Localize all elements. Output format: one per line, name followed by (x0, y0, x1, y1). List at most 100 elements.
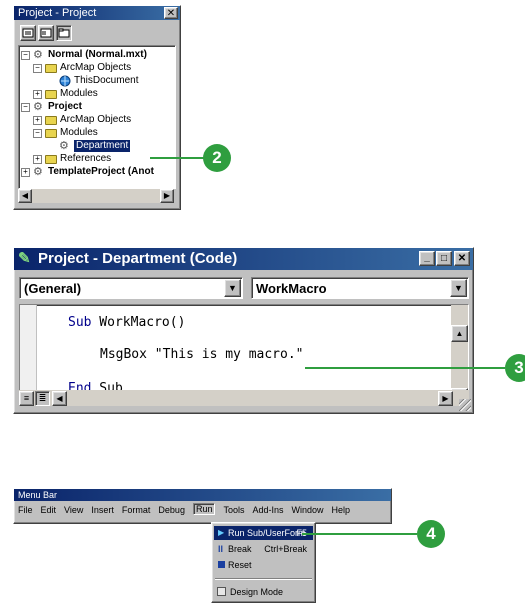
menu-item-reset[interactable]: Reset (214, 558, 313, 572)
menu-bar-titlebar[interactable]: Menu Bar (14, 489, 391, 501)
expand-icon[interactable]: + (33, 89, 42, 99)
full-module-view-button[interactable]: ≣ (35, 391, 50, 406)
project-explorer-titlebar[interactable]: Project - Project ✕ (14, 6, 180, 20)
menu-bar-window: Menu Bar File Edit View Insert Format De… (13, 488, 392, 524)
code-window: ✎ Project - Department (Code) _ □ ✕ (Gen… (13, 247, 474, 414)
tree-node-label: Modules (60, 88, 98, 99)
project-icon: ⚙ (33, 48, 43, 61)
open-folder-icon (45, 128, 57, 138)
maximize-icon[interactable]: □ (436, 251, 452, 266)
tree-node-label: ThisDocument (74, 75, 139, 86)
menu-separator (215, 578, 312, 580)
menu-tools[interactable]: Tools (223, 505, 244, 515)
folder-icon (45, 154, 57, 164)
menu-window[interactable]: Window (292, 505, 324, 515)
horizontal-scrollbar[interactable]: ◀ ▶ (18, 189, 174, 203)
view-code-button[interactable] (20, 25, 36, 41)
menu-debug[interactable]: Debug (158, 505, 185, 515)
scroll-left-button[interactable]: ◀ (52, 391, 67, 406)
scroll-up-button[interactable]: ▲ (451, 325, 468, 342)
collapse-icon[interactable]: − (33, 63, 42, 73)
tree-node-label: Project (48, 101, 82, 112)
menu-edit[interactable]: Edit (41, 505, 57, 515)
expand-icon[interactable]: + (21, 167, 30, 177)
collapse-icon[interactable]: − (21, 50, 30, 60)
menu-run[interactable]: Run (192, 503, 216, 515)
close-icon[interactable]: ✕ (454, 251, 470, 266)
menu-item-design-mode[interactable]: Design Mode (214, 585, 313, 599)
tree-node-label: Modules (60, 127, 98, 138)
object-combo[interactable]: (General) ▼ (19, 277, 243, 299)
folder-icon (45, 89, 57, 99)
menu-view[interactable]: View (64, 505, 83, 515)
menu-item-label: Run Sub/UserForm (228, 528, 306, 538)
tree-node-project[interactable]: − ⚙ Project (21, 101, 82, 113)
minimize-icon[interactable]: _ (419, 251, 435, 266)
menu-add-ins[interactable]: Add-Ins (252, 505, 283, 515)
expand-icon[interactable]: + (33, 154, 42, 164)
folder-icon (58, 28, 70, 38)
menu-item-label: Design Mode (230, 587, 284, 597)
tree-node-label: ArcMap Objects (60, 114, 132, 125)
close-icon[interactable]: ✕ (164, 7, 178, 19)
tree-node-modules-2[interactable]: − Modules (33, 127, 98, 139)
document-globe-icon (59, 75, 71, 87)
callout-2-line (150, 157, 205, 159)
tree-node-arcmap-objects-2[interactable]: + ArcMap Objects (33, 114, 131, 126)
procedure-combo[interactable]: WorkMacro ▼ (251, 277, 469, 299)
view-object-button[interactable] (38, 25, 54, 41)
code-line-2: MsgBox "This is my macro." (100, 347, 304, 362)
callout-4-line (302, 533, 417, 535)
tree-node-normal[interactable]: − ⚙ Normal (Normal.mxt) (21, 49, 147, 61)
scroll-right-button[interactable]: ▶ (160, 189, 174, 203)
menu-bar: File Edit View Insert Format Debug Run T… (18, 503, 358, 515)
play-icon: ▶ (218, 528, 225, 537)
callout-3-line (305, 367, 505, 369)
tree-node-label: Department (74, 140, 131, 152)
scroll-right-button[interactable]: ▶ (438, 391, 453, 406)
project-explorer-title: Project - Project (18, 7, 97, 19)
procedure-view-button[interactable]: ≡ (19, 391, 34, 406)
tree-node-thisdocument[interactable]: ThisDocument (59, 75, 138, 87)
menu-insert[interactable]: Insert (91, 505, 114, 515)
scroll-left-button[interactable]: ◀ (18, 189, 32, 203)
menu-item-label: Reset (228, 560, 252, 570)
tree-node-label: Normal (Normal.mxt) (48, 49, 147, 60)
menu-help[interactable]: Help (332, 505, 351, 515)
project-icon: ⚙ (33, 165, 43, 178)
code-window-title: Project - Department (Code) (38, 250, 238, 267)
menu-item-run-sub[interactable]: ▶ Run Sub/UserForm F5 (214, 526, 313, 540)
tree-node-label: TemplateProject (Anot (48, 166, 154, 177)
tree-node-department[interactable]: ⚙ Department (59, 139, 131, 152)
tree-node-label: References (60, 153, 112, 164)
view-object-icon (40, 28, 52, 38)
expand-icon[interactable]: + (33, 115, 42, 125)
toggle-folders-button[interactable] (56, 25, 72, 41)
resize-grip-icon[interactable] (459, 399, 471, 411)
chevron-down-icon[interactable]: ▼ (224, 279, 241, 297)
collapse-icon[interactable]: − (21, 102, 30, 112)
collapse-icon[interactable]: − (33, 128, 42, 138)
run-menu-dropdown: ▶ Run Sub/UserForm F5 ll Break Ctrl+Brea… (211, 522, 316, 603)
tree-node-arcmap-objects[interactable]: − ArcMap Objects (33, 62, 131, 74)
design-mode-icon (217, 587, 226, 596)
menu-item-break[interactable]: ll Break Ctrl+Break (214, 542, 313, 556)
callout-3: 3 (505, 354, 525, 382)
object-combo-value: (General) (24, 281, 82, 296)
tree-node-modules[interactable]: + Modules (33, 88, 98, 100)
chevron-down-icon[interactable]: ▼ (450, 279, 467, 297)
code-window-titlebar[interactable]: ✎ Project - Department (Code) _ □ ✕ (14, 248, 473, 270)
tree-node-references[interactable]: + References (33, 153, 111, 165)
menu-file[interactable]: File (18, 505, 33, 515)
code-bottom-bar (19, 390, 469, 406)
menu-item-label: Break (228, 544, 252, 554)
menu-format[interactable]: Format (122, 505, 151, 515)
code-window-icon: ✎ (18, 250, 31, 267)
view-code-icon (22, 28, 34, 38)
project-explorer-window: Project - Project ✕ − ⚙ Normal (Normal.m… (13, 5, 181, 210)
tree-node-templateproject[interactable]: + ⚙ TemplateProject (Anot (21, 166, 154, 178)
callout-4: 4 (417, 520, 445, 548)
module-icon: ⚙ (59, 139, 69, 152)
menu-bar-title: Menu Bar (18, 490, 58, 500)
project-tree[interactable]: − ⚙ Normal (Normal.mxt) − ArcMap Objects… (18, 45, 176, 189)
